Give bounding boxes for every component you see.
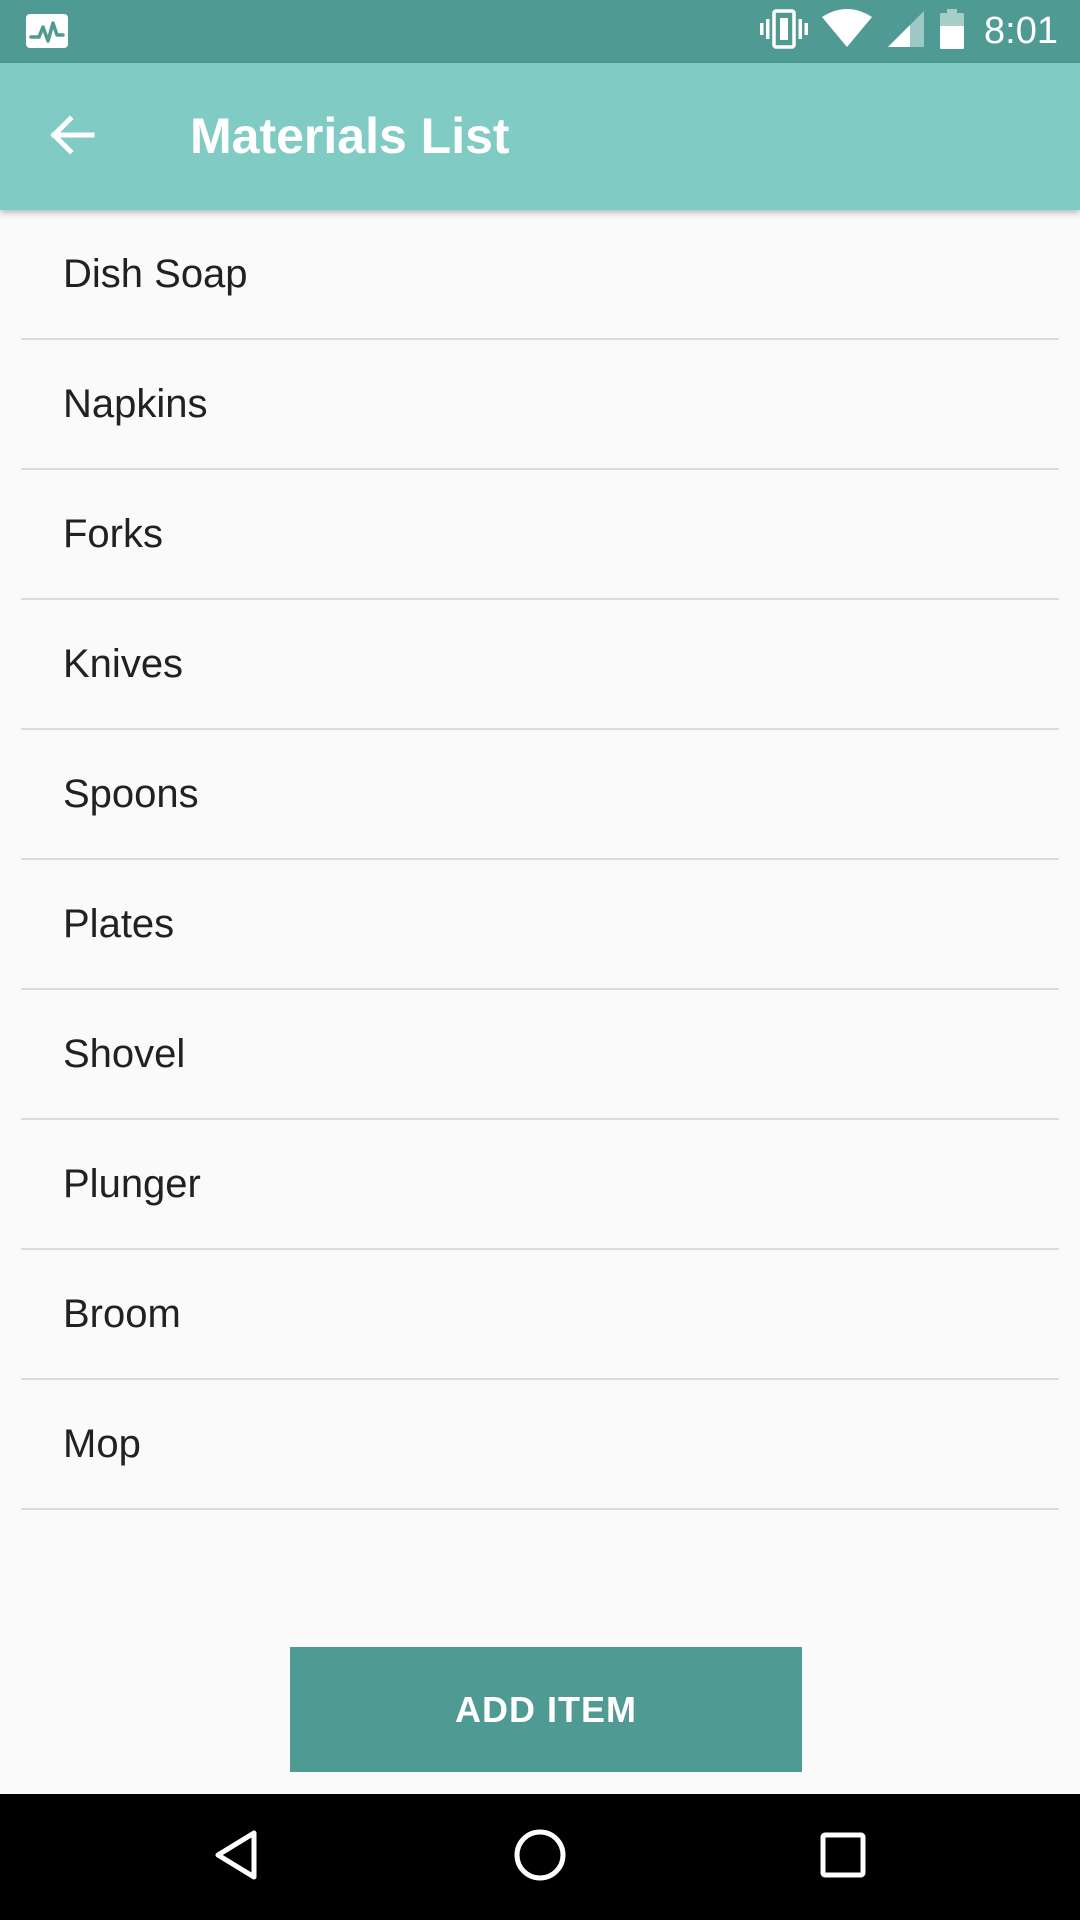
- list-item[interactable]: Plates: [21, 860, 1059, 990]
- status-bar: 8:01: [0, 0, 1080, 63]
- nav-home-button[interactable]: [503, 1820, 577, 1894]
- list-item-label: Dish Soap: [63, 252, 248, 296]
- list-item[interactable]: Forks: [21, 470, 1059, 600]
- list-item-label: Spoons: [63, 772, 199, 816]
- back-triangle-icon: [212, 1829, 260, 1886]
- list-item-label: Plunger: [63, 1162, 201, 1206]
- battery-icon: [940, 9, 965, 54]
- list-item-label: Forks: [63, 512, 163, 556]
- list-item-label: Shovel: [63, 1032, 186, 1076]
- list-item-label: Napkins: [63, 382, 208, 426]
- list-item-label: Plates: [63, 902, 175, 946]
- wifi-icon: [822, 9, 873, 54]
- screen: 8:01 Materials List Dish Soap Napkins Fo…: [0, 0, 1080, 1920]
- list-item[interactable]: Mop: [21, 1380, 1059, 1510]
- home-circle-icon: [513, 1828, 567, 1887]
- list-item[interactable]: Broom: [21, 1250, 1059, 1380]
- list-item[interactable]: Plunger: [21, 1120, 1059, 1250]
- list-item-label: Mop: [63, 1422, 141, 1466]
- list-item[interactable]: Spoons: [21, 730, 1059, 860]
- list-item[interactable]: Dish Soap: [21, 210, 1059, 340]
- status-time: 8:01: [984, 10, 1058, 52]
- add-item-button[interactable]: ADD ITEM: [290, 1647, 802, 1772]
- list-item[interactable]: Napkins: [21, 340, 1059, 470]
- nav-back-button[interactable]: [199, 1820, 273, 1894]
- list-item-label: Knives: [63, 642, 184, 686]
- list-item-label: Broom: [63, 1292, 181, 1336]
- status-icons: 8:01: [760, 0, 1058, 63]
- recents-square-icon: [819, 1831, 867, 1884]
- vibrate-icon: [760, 9, 809, 54]
- nav-bar: [0, 1794, 1080, 1920]
- materials-list: Dish Soap Napkins Forks Knives Spoons Pl…: [0, 210, 1080, 1510]
- page-title: Materials List: [190, 108, 510, 164]
- back-arrow-icon: [48, 111, 96, 164]
- cell-signal-icon: [886, 9, 926, 54]
- activity-monitor-icon: [25, 13, 69, 49]
- app-bar: Materials List: [0, 63, 1080, 210]
- back-button[interactable]: [34, 99, 110, 175]
- list-item[interactable]: Knives: [21, 600, 1059, 730]
- list-item[interactable]: Shovel: [21, 990, 1059, 1120]
- nav-recents-button[interactable]: [806, 1820, 880, 1894]
